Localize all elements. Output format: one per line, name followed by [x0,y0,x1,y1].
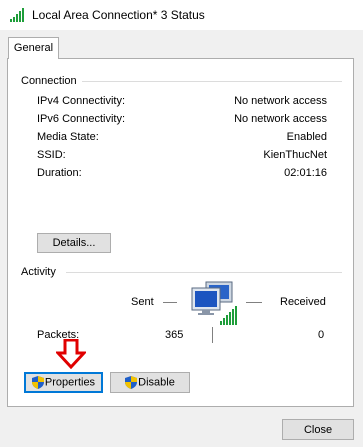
activity-group-label: Activity [21,266,60,278]
close-button[interactable]: Close [282,419,354,440]
uac-shield-icon [31,376,44,389]
connection-divider [82,81,342,82]
ipv4-value: No network access [234,95,327,107]
network-computers-icon [191,281,237,325]
window-title: Local Area Connection* 3 Status [32,8,205,22]
duration-value: 02:01:16 [284,167,327,179]
disable-button[interactable]: Disable [110,372,190,393]
media-state-value: Enabled [286,131,327,143]
connection-group-label: Connection [21,75,81,87]
sent-label: Sent [131,296,154,308]
tab-general[interactable]: General [8,37,59,59]
sent-line [163,302,177,303]
disable-button-label: Disable [138,376,175,389]
ipv6-value: No network access [234,113,327,125]
ipv6-label: IPv6 Connectivity: [37,113,126,125]
media-state-label: Media State: [37,131,99,143]
ssid-value: KienThucNet [263,149,327,161]
packets-sent-value: 365 [165,329,184,341]
uac-shield-icon [125,376,138,389]
packets-received-value: 0 [318,329,325,341]
red-arrow-down-icon [56,339,86,369]
received-label: Received [280,296,326,308]
details-button[interactable]: Details... [37,233,111,253]
properties-button-label: Properties [44,376,96,389]
wifi-signal-icon [10,8,24,22]
received-line [246,302,262,303]
duration-label: Duration: [37,167,82,179]
activity-divider [66,272,342,273]
ipv4-label: IPv4 Connectivity: [37,95,126,107]
title-bar: Local Area Connection* 3 Status [0,0,363,30]
properties-button[interactable]: Properties [24,372,103,393]
activity-separator [212,327,213,343]
ssid-label: SSID: [37,149,66,161]
